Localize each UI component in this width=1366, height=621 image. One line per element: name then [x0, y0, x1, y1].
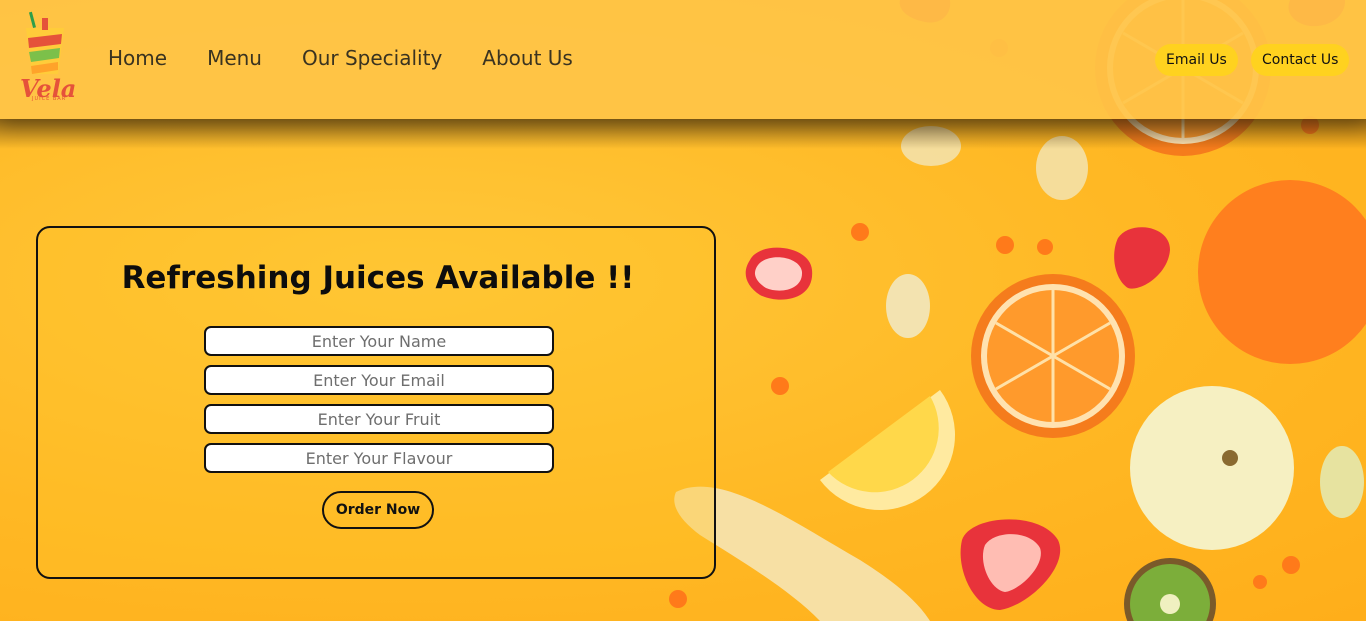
kiwi-icon [1124, 558, 1216, 621]
flavour-input[interactable] [204, 443, 554, 473]
email-us-button[interactable]: Email Us [1155, 44, 1238, 76]
nav-item-menu[interactable]: Menu [207, 46, 262, 70]
navbar-shadow [0, 119, 1366, 149]
strawberry-icon [1114, 227, 1170, 289]
lemon-icon [820, 390, 955, 510]
top-navbar: Vela JUICE BAR Home Menu Our Speciality … [0, 0, 1366, 119]
apple-icon [1130, 386, 1294, 550]
order-form-title: Refreshing Juices Available !! [121, 260, 635, 296]
strawberry-icon [745, 247, 813, 300]
order-now-button[interactable]: Order Now [322, 491, 434, 529]
fruit-input[interactable] [204, 404, 554, 434]
grape-icon [886, 274, 930, 338]
name-input[interactable] [204, 326, 554, 356]
logo-subtext: JUICE BAR [32, 96, 67, 102]
orange-slice-icon [971, 274, 1135, 438]
strawberry-icon [960, 519, 1061, 610]
email-input[interactable] [204, 365, 554, 395]
main-nav: Home Menu Our Speciality About Us [108, 46, 573, 70]
orange-icon [1198, 180, 1366, 364]
nav-item-our-speciality[interactable]: Our Speciality [302, 46, 442, 70]
order-form-card: Refreshing Juices Available !! Order Now [36, 226, 716, 579]
nav-item-about-us[interactable]: About Us [482, 46, 573, 70]
grape-icon [1320, 446, 1364, 518]
nav-item-home[interactable]: Home [108, 46, 167, 70]
contact-us-button[interactable]: Contact Us [1251, 44, 1350, 76]
